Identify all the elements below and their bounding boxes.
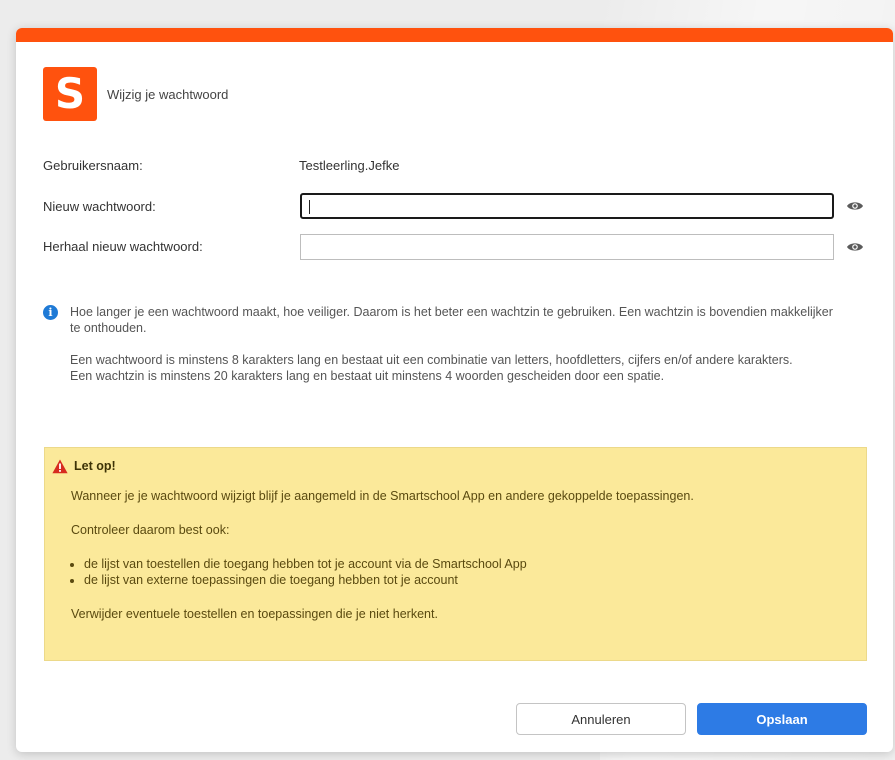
smartschool-logo: S bbox=[43, 67, 97, 121]
username-row: Gebruikersnaam: Testleerling.Jefke bbox=[43, 158, 399, 173]
username-label: Gebruikersnaam: bbox=[43, 158, 143, 173]
info-rule-passphrase: Een wachtzin is minstens 20 karakters la… bbox=[70, 369, 665, 383]
dialog-header: S Wijzig je wachtwoord bbox=[43, 67, 228, 121]
warning-body: Wanneer je je wachtwoord wijzigt blijf j… bbox=[71, 488, 851, 640]
change-password-dialog: S Wijzig je wachtwoord Gebruikersnaam: T… bbox=[16, 28, 893, 752]
cancel-button[interactable]: Annuleren bbox=[516, 703, 686, 735]
warning-text: Verwijder eventuele toestellen en toepas… bbox=[71, 607, 438, 621]
info-icon: i bbox=[43, 305, 58, 320]
list-item: de lijst van externe toepassingen die to… bbox=[84, 572, 851, 588]
dialog-accent-bar bbox=[16, 28, 893, 42]
password-info: i Hoe langer je een wachtwoord maakt, ho… bbox=[43, 304, 843, 400]
repeat-password-label: Herhaal nieuw wachtwoord: bbox=[43, 239, 203, 254]
warning-list: de lijst van toestellen die toegang hebb… bbox=[71, 556, 851, 588]
warning-icon bbox=[52, 459, 68, 473]
eye-icon[interactable] bbox=[846, 241, 864, 253]
warning-text: Wanneer je je wachtwoord wijzigt blijf j… bbox=[71, 489, 694, 503]
new-password-label: Nieuw wachtwoord: bbox=[43, 199, 156, 214]
save-button[interactable]: Opslaan bbox=[697, 703, 867, 735]
eye-icon[interactable] bbox=[846, 200, 864, 212]
info-rule-password: Een wachtwoord is minstens 8 karakters l… bbox=[70, 353, 793, 367]
username-value: Testleerling.Jefke bbox=[299, 158, 400, 173]
warning-box: Let op! Wanneer je je wachtwoord wijzigt… bbox=[44, 447, 867, 661]
dialog-title: Wijzig je wachtwoord bbox=[107, 86, 229, 102]
list-item: de lijst van toestellen die toegang hebb… bbox=[84, 556, 851, 572]
info-paragraph: Hoe langer je een wachtwoord maakt, hoe … bbox=[70, 305, 833, 335]
text-caret bbox=[309, 200, 310, 214]
warning-heading: Let op! bbox=[52, 458, 116, 474]
info-rules: Een wachtwoord is minstens 8 karakters l… bbox=[70, 352, 843, 384]
new-password-input[interactable] bbox=[300, 193, 834, 219]
repeat-password-input[interactable] bbox=[300, 234, 834, 260]
warning-text: Controleer daarom best ook: bbox=[71, 523, 230, 537]
